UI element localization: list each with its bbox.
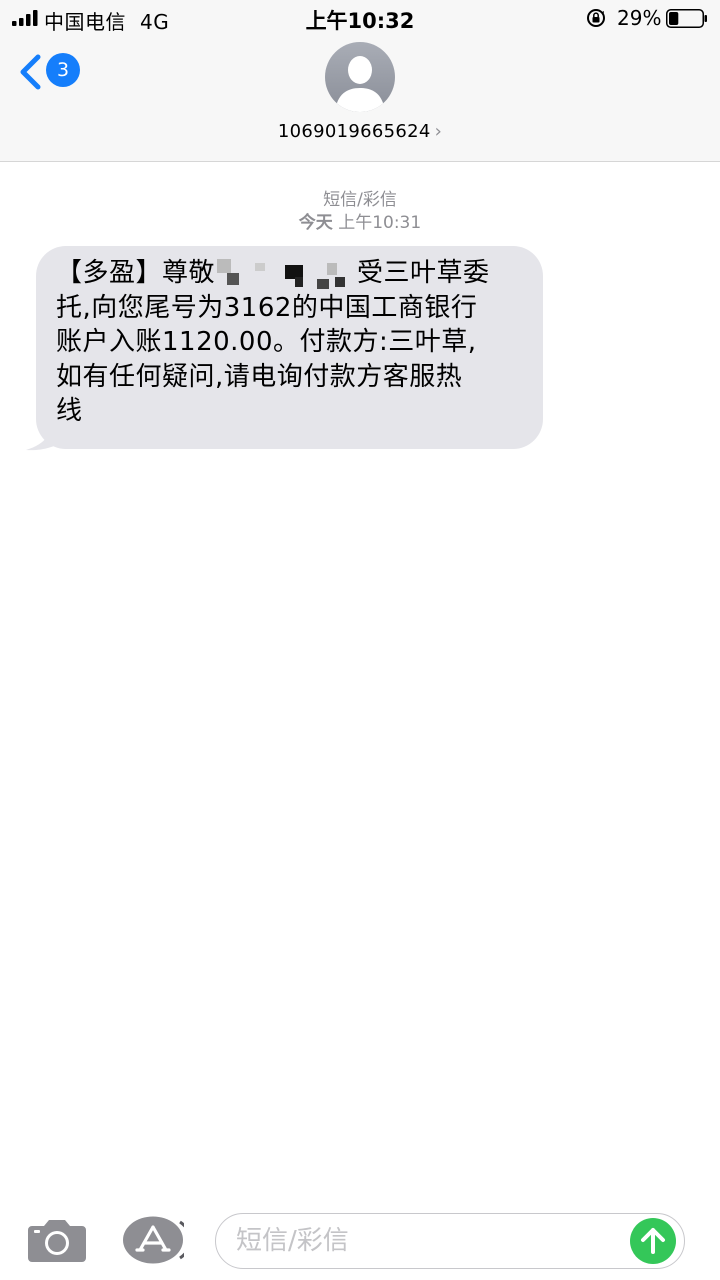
message-text: 【多盈】尊敬: [56, 258, 216, 288]
redacted-name: [215, 258, 357, 289]
contact-avatar[interactable]: [325, 42, 395, 112]
message-input[interactable]: [236, 1222, 626, 1260]
message-text: 受三叶草委: [357, 258, 490, 288]
back-button[interactable]: 3: [18, 50, 88, 92]
battery-icon: [666, 9, 707, 28]
message-field[interactable]: [215, 1213, 685, 1269]
message-line: 线: [56, 396, 83, 426]
composer-bar: [0, 1196, 720, 1280]
message-bubble-incoming[interactable]: 【多盈】尊敬 受三叶草委 托,向您尾号为3162的中国工商银行 账户入账1120…: [36, 246, 543, 449]
contact-number: 1069019665624: [277, 121, 431, 142]
camera-icon[interactable]: [28, 1218, 86, 1262]
send-button[interactable]: [630, 1218, 676, 1264]
status-time: 上午10:32: [305, 9, 415, 33]
status-bar: 中国电信 4G 上午10:32 29%: [0, 0, 720, 40]
send-arrow-icon: [641, 1228, 665, 1254]
message-line: 如有任何疑问,请电询付款方客服热: [56, 361, 463, 392]
contact-name-button[interactable]: 1069019665624 ›: [0, 121, 720, 142]
rotation-lock-icon: [587, 9, 605, 27]
message-line: 【多盈】尊敬 受三叶草委: [56, 256, 525, 291]
message-text: 3162的中国工商银行: [223, 292, 478, 323]
back-chevron-icon: [20, 54, 41, 90]
conversation-header: 中国电信 4G 上午10:32 29% 3 1069019665624 ›: [0, 0, 720, 162]
app-store-icon[interactable]: [122, 1216, 184, 1264]
message-timestamp: 今天 上午10:31: [0, 208, 720, 233]
chevron-right-icon: ›: [434, 121, 443, 142]
message-line: 账户入账1120.00。付款方:三叶草,: [56, 327, 477, 357]
unread-count-badge: 3: [46, 53, 80, 87]
timestamp-day: 今天: [298, 213, 333, 233]
person-silhouette-icon: [335, 56, 385, 112]
timestamp-time: 上午10:31: [338, 213, 422, 233]
message-text: 托,向您尾号为: [56, 292, 224, 323]
message-line: 托,向您尾号为3162的中国工商银行: [56, 291, 525, 326]
message-type-label: 短信/彩信: [323, 190, 397, 210]
battery-percent: 29%: [617, 6, 662, 30]
